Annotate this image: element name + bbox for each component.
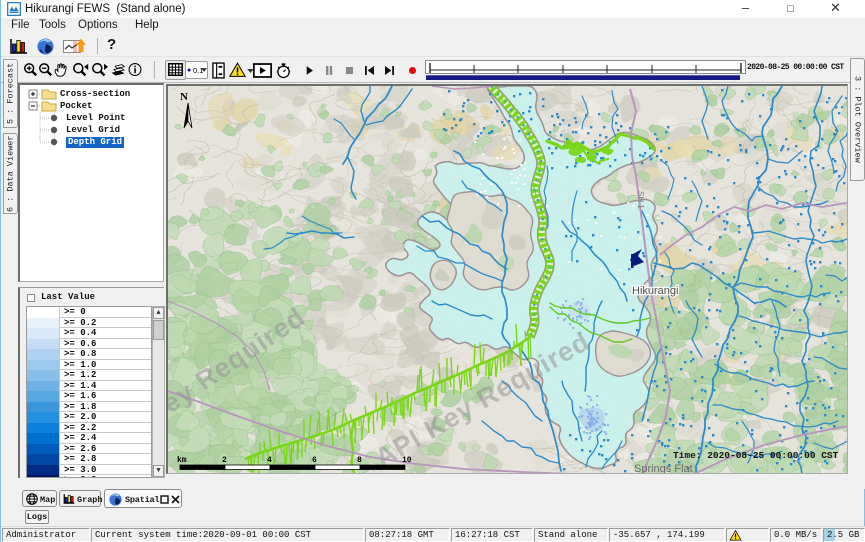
svg-text:10: 10 (402, 456, 412, 465)
svg-text:SH 1: SH 1 (636, 191, 645, 209)
svg-text:Time: 2020-08-25 00:00:00 CST: Time: 2020-08-25 00:00:00 CST (673, 450, 839, 461)
svg-text:Hikurangi: Hikurangi (632, 285, 678, 297)
svg-text:Springs Flat: Springs Flat (634, 463, 693, 474)
svg-text:6: 6 (312, 456, 317, 465)
svg-text:km: km (177, 456, 187, 465)
svg-text:4: 4 (267, 456, 272, 465)
svg-text:8: 8 (357, 456, 362, 465)
svg-text:N: N (180, 91, 188, 103)
svg-text:2: 2 (222, 456, 227, 465)
